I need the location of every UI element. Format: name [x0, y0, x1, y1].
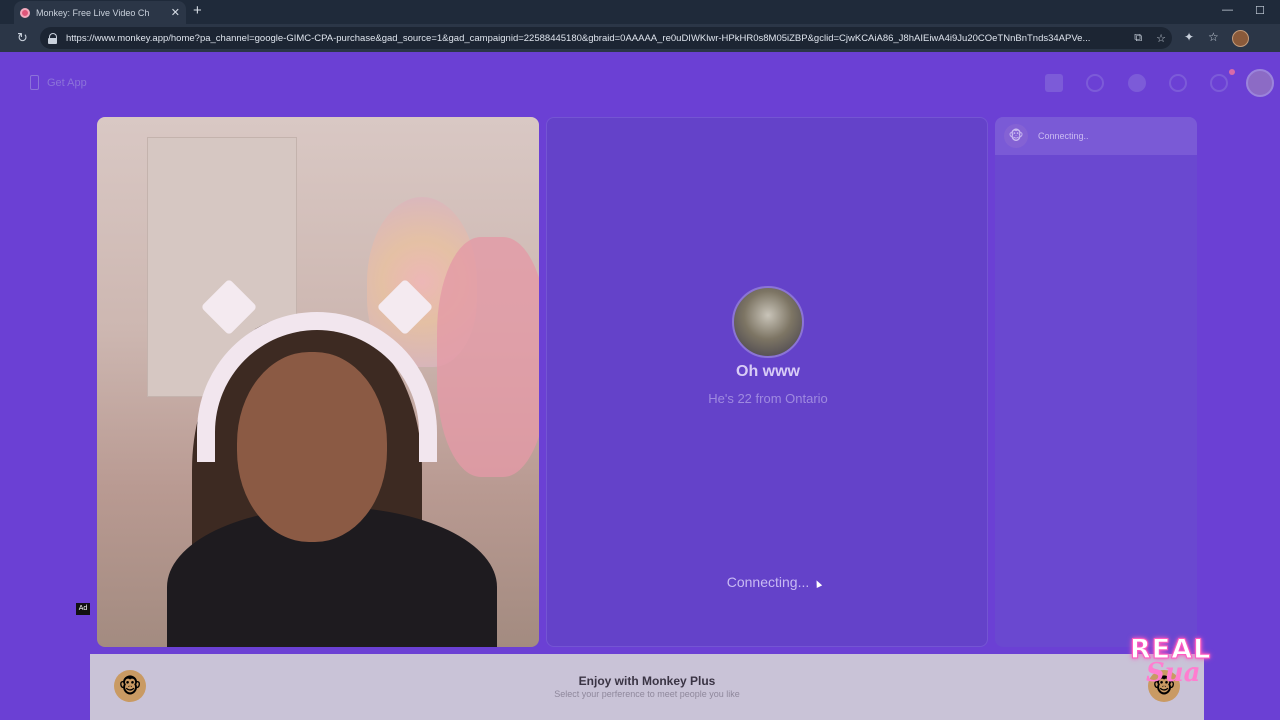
ad-title: Enjoy with Monkey Plus — [578, 674, 716, 688]
notification-badge — [1229, 69, 1235, 75]
chat-side-panel: 🐵 Connecting.. — [995, 117, 1197, 647]
tab-title: Monkey: Free Live Video Ch — [36, 7, 150, 18]
match-name: Oh www — [736, 363, 800, 380]
history-icon[interactable] — [1169, 74, 1187, 92]
connecting-status: Connecting... — [726, 574, 810, 590]
favorites-icon[interactable]: ☆ — [1208, 30, 1219, 44]
watermark-sua: Sua — [1146, 658, 1201, 688]
coin-icon[interactable] — [1128, 74, 1146, 92]
match-subtitle: He's 22 from Ontario — [708, 391, 828, 406]
browser-tab[interactable]: Monkey: Free Live Video Ch ✕ — [14, 1, 186, 24]
browser-address-bar: ↻ https://www.monkey.app/home?pa_channel… — [0, 24, 1280, 52]
get-app-link[interactable]: Get App — [30, 75, 87, 90]
new-tab-icon[interactable]: + — [193, 2, 202, 19]
ad-label-badge: Ad — [76, 603, 90, 615]
match-avatar — [732, 286, 804, 358]
get-app-label: Get App — [47, 76, 87, 89]
ad-banner[interactable]: 🐵 Enjoy with Monkey Plus Select your per… — [90, 654, 1204, 720]
phone-icon — [30, 75, 39, 90]
picture-in-picture-icon[interactable]: ⧉ — [1134, 32, 1142, 45]
monkey-app-page: Get App Oh www He's 22 from Ontario Conn… — [0, 52, 1280, 720]
url-text: https://www.monkey.app/home?pa_channel=g… — [66, 32, 1091, 44]
refresh-icon[interactable]: ↻ — [17, 30, 28, 46]
top-navigation: Get App — [0, 52, 1280, 114]
ad-subtitle: Select your perference to meet people yo… — [554, 689, 740, 699]
bookmark-star-icon[interactable]: ☆ — [1156, 32, 1166, 45]
monkey-favicon-icon — [20, 7, 30, 18]
url-field[interactable]: https://www.monkey.app/home?pa_channel=g… — [40, 27, 1172, 49]
browser-tab-bar: Monkey: Free Live Video Ch ✕ + — ☐ — [0, 0, 1280, 24]
minimize-icon[interactable]: — — [1222, 4, 1233, 16]
pink-tree-decoration — [437, 237, 539, 477]
extensions-icon[interactable]: ✦ — [1184, 30, 1194, 44]
monkey-icon: 🐵 — [1004, 124, 1028, 148]
local-video-feed — [97, 117, 539, 647]
maximize-icon[interactable]: ☐ — [1255, 4, 1265, 17]
lock-icon[interactable] — [48, 32, 58, 44]
store-icon[interactable] — [1045, 74, 1063, 92]
search-icon[interactable] — [1086, 74, 1104, 92]
tab-close-icon[interactable]: ✕ — [171, 6, 180, 19]
chat-status-label: Connecting.. — [1038, 131, 1089, 141]
match-panel: Oh www He's 22 from Ontario Connecting..… — [546, 117, 988, 647]
chat-icon[interactable] — [1210, 74, 1228, 92]
real-sua-watermark: REAL Sua — [1129, 634, 1230, 700]
browser-profile-avatar[interactable] — [1232, 30, 1249, 47]
chat-status-row: 🐵 Connecting.. — [995, 117, 1197, 155]
user-avatar[interactable] — [1246, 69, 1274, 97]
